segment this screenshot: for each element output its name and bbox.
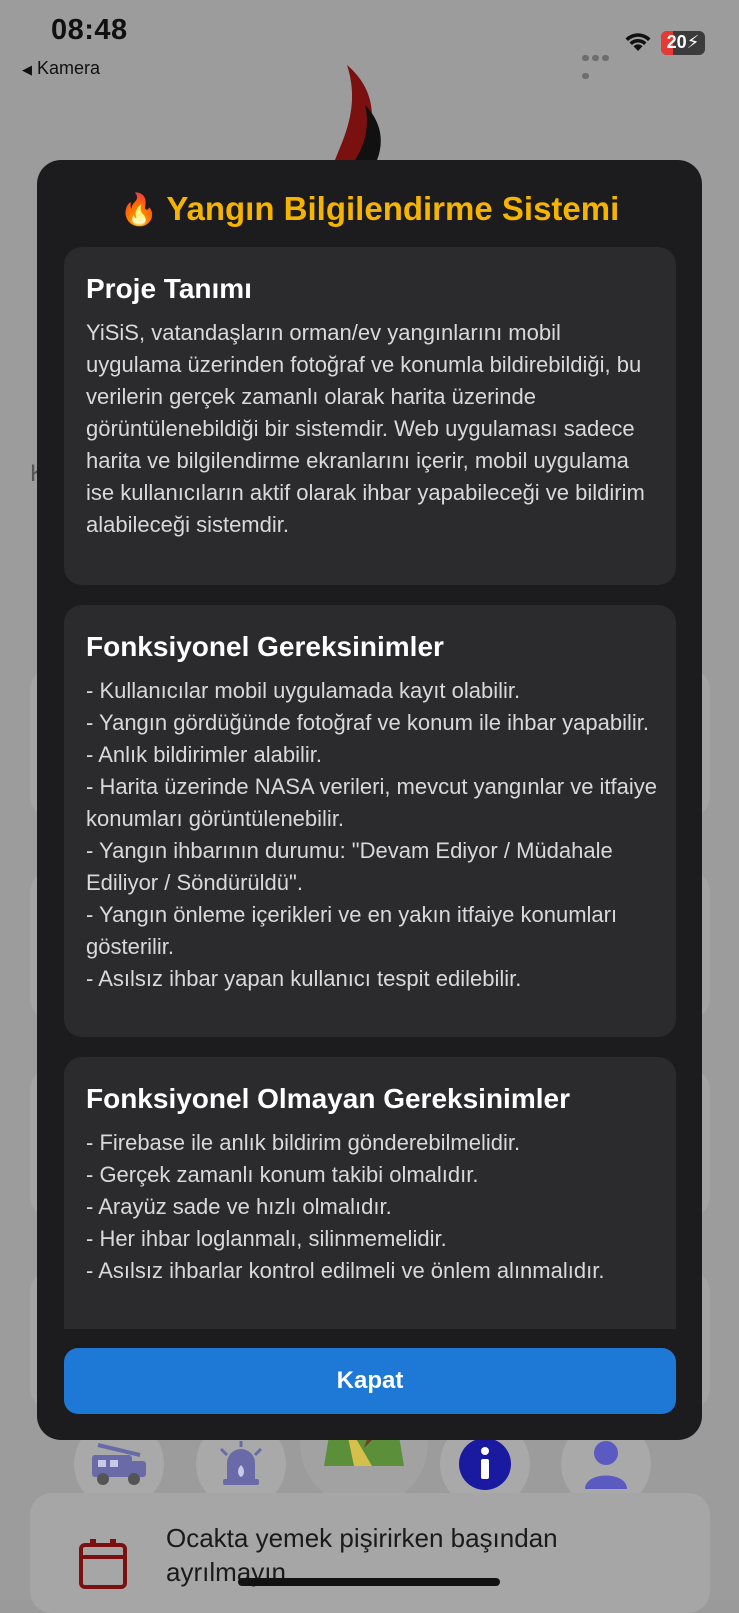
wifi-icon	[625, 33, 651, 51]
fire-truck-icon	[92, 1443, 146, 1485]
modal-title: 🔥 Yangın Bilgilendirme Sistemi	[37, 190, 702, 228]
section-project-description: Proje Tanımı YiSiS, vatandaşların orman/…	[64, 247, 676, 585]
home-indicator	[238, 1578, 500, 1586]
section-heading: Fonksiyonel Gereksinimler	[86, 631, 444, 662]
status-time: 08:48	[51, 14, 128, 46]
section-functional-requirements: Fonksiyonel Gereksinimler - Kullanıcılar…	[64, 605, 676, 1037]
stove-icon	[79, 1539, 127, 1589]
cellular-signal-icon	[582, 48, 620, 79]
section-body: YiSiS, vatandaşların orman/ev yangınları…	[86, 320, 645, 537]
app-logo	[335, 65, 381, 160]
back-to-app-link[interactable]: ◀ Kamera	[22, 58, 100, 79]
modal-scroll-area[interactable]: Proje Tanımı YiSiS, vatandaşların orman/…	[64, 247, 676, 1329]
safety-tip-card: Ocakta yemek pişirirken başından ayrılma…	[30, 1493, 710, 1613]
close-button[interactable]: Kapat	[64, 1348, 676, 1414]
modal-title-text: Yangın Bilgilendirme Sistemi	[166, 190, 620, 227]
alarm-bell-icon	[219, 1441, 263, 1485]
back-arrow-icon: ◀	[22, 62, 32, 77]
section-heading: Fonksiyonel Olmayan Gereksinimler	[86, 1083, 570, 1114]
section-non-functional-requirements: Fonksiyonel Olmayan Gereksinimler - Fire…	[64, 1057, 676, 1329]
fire-icon: 🔥	[119, 192, 159, 227]
battery-level: 20	[666, 32, 687, 52]
battery-icon: 20⚡	[661, 31, 705, 55]
info-icon	[459, 1438, 511, 1490]
back-app-label: Kamera	[37, 58, 101, 78]
info-modal: 🔥 Yangın Bilgilendirme Sistemi Proje Tanı…	[37, 160, 702, 1440]
section-heading: Proje Tanımı	[86, 273, 252, 304]
user-icon	[585, 1441, 627, 1489]
section-body: - Firebase ile anlık bildirim gönderebil…	[86, 1130, 605, 1283]
section-body: - Kullanıcılar mobil uygulamada kayıt ol…	[86, 678, 658, 991]
